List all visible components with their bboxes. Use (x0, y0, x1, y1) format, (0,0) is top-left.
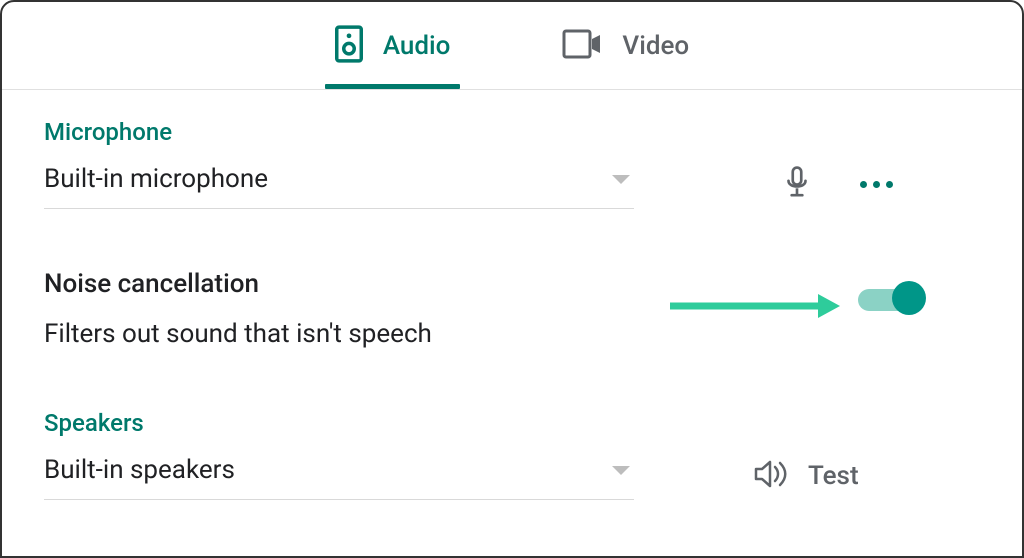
arrow-annotation (670, 291, 840, 321)
tab-bar: Audio Video (2, 2, 1022, 90)
speakers-row: Built-in speakers Test (44, 451, 980, 500)
microphone-title: Microphone (44, 118, 980, 146)
tab-video-label: Video (622, 31, 689, 61)
speaker-box-icon (335, 25, 363, 67)
video-camera-icon (562, 29, 602, 63)
audio-settings: Microphone Built-in microphone (2, 90, 1022, 500)
tab-audio[interactable]: Audio (329, 2, 457, 89)
speakers-title: Speakers (44, 409, 980, 437)
speakers-selected-value: Built-in speakers (44, 455, 235, 485)
volume-icon[interactable] (754, 459, 788, 493)
noise-cancellation-title: Noise cancellation (44, 269, 432, 299)
more-dots-icon[interactable] (860, 181, 893, 188)
microphone-section: Microphone Built-in microphone (44, 118, 980, 209)
chevron-down-icon (612, 466, 630, 475)
settings-panel: Audio Video Microphone Built-in micropho… (0, 0, 1024, 558)
noise-cancellation-toggle[interactable] (858, 284, 920, 312)
test-speakers-button[interactable]: Test (808, 461, 859, 491)
microphone-select[interactable]: Built-in microphone (44, 160, 634, 209)
tab-indicator (325, 84, 461, 89)
noise-cancellation-row: Noise cancellation Filters out sound tha… (44, 269, 980, 349)
microphone-row: Built-in microphone (44, 160, 980, 209)
speakers-section: Speakers Built-in speakers (44, 409, 980, 500)
speakers-select[interactable]: Built-in speakers (44, 451, 634, 500)
noise-cancellation-description: Filters out sound that isn't speech (44, 319, 432, 349)
tab-video[interactable]: Video (556, 2, 695, 89)
microphone-icon[interactable] (784, 166, 810, 204)
microphone-selected-value: Built-in microphone (44, 164, 268, 194)
chevron-down-icon (612, 175, 630, 184)
tab-audio-label: Audio (383, 31, 451, 61)
